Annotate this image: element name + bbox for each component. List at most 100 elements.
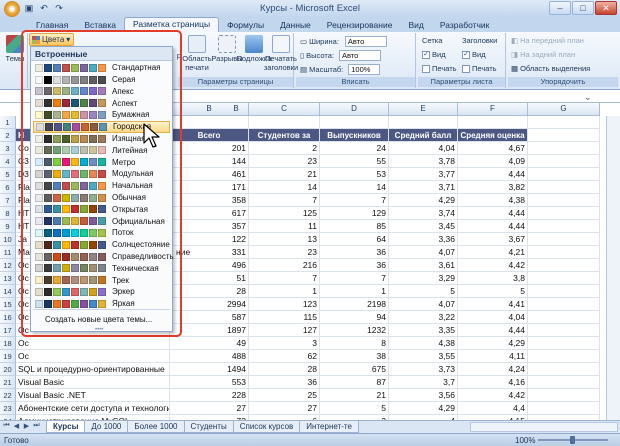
table-cell[interactable]: 4,44 <box>458 324 528 337</box>
ribbon-tab[interactable]: Вид <box>400 19 431 32</box>
sheet-tab[interactable]: Список курсов <box>232 421 301 433</box>
send-back-button[interactable]: ◨ На задний план <box>511 50 575 59</box>
table-cell[interactable]: 5 <box>320 402 389 415</box>
table-cell[interactable] <box>528 298 600 311</box>
table-cell[interactable]: 8 <box>320 337 389 350</box>
table-cell[interactable]: 62 <box>249 350 320 363</box>
row-header[interactable]: 13 <box>0 272 16 285</box>
color-scheme-item[interactable]: Эркер <box>33 286 170 298</box>
column-header-partial[interactable]: B <box>224 103 249 116</box>
table-cell[interactable]: 3,29 <box>389 272 458 285</box>
table-cell[interactable] <box>458 116 528 129</box>
table-cell[interactable] <box>528 155 600 168</box>
table-cell[interactable]: 3,82 <box>458 181 528 194</box>
row-header[interactable]: 2 <box>0 129 16 142</box>
row-header[interactable]: 3 <box>0 142 16 155</box>
color-scheme-item[interactable]: Трек <box>33 274 170 286</box>
table-cell[interactable]: 4,29 <box>458 337 528 350</box>
color-scheme-item[interactable]: Стандартная <box>33 62 170 74</box>
table-cell[interactable]: 123 <box>249 298 320 311</box>
row-header[interactable]: 11 <box>0 246 16 259</box>
table-cell[interactable]: 4,38 <box>389 337 458 350</box>
ribbon-tab[interactable]: Рецензирование <box>319 19 401 32</box>
table-cell[interactable]: 21 <box>249 168 320 181</box>
table-cell[interactable]: Абонентские сети доступа и технологии <box>16 402 170 415</box>
table-cell[interactable] <box>528 376 600 389</box>
table-cell[interactable]: 5 <box>458 285 528 298</box>
table-cell[interactable]: 3,77 <box>389 168 458 181</box>
row-header[interactable]: 10 <box>0 233 16 246</box>
table-cell[interactable]: 3,74 <box>389 207 458 220</box>
table-cell[interactable]: Средний балл <box>389 129 458 142</box>
table-cell[interactable]: 127 <box>249 324 320 337</box>
table-cell[interactable]: 3,7 <box>389 376 458 389</box>
table-cell[interactable]: 3,73 <box>389 363 458 376</box>
table-cell[interactable]: 4,24 <box>458 363 528 376</box>
table-cell[interactable]: 38 <box>320 350 389 363</box>
table-cell[interactable]: 23 <box>249 246 320 259</box>
table-cell[interactable]: 4,04 <box>458 311 528 324</box>
row-header[interactable]: 15 <box>0 298 16 311</box>
sheet-tab[interactable]: Интернет-те <box>299 421 359 433</box>
table-cell[interactable] <box>528 337 600 350</box>
table-cell[interactable]: 25 <box>249 389 320 402</box>
table-cell[interactable]: 3,36 <box>389 233 458 246</box>
column-header[interactable]: C <box>249 103 320 116</box>
table-cell[interactable] <box>528 285 600 298</box>
table-cell[interactable]: 2198 <box>320 298 389 311</box>
colors-button[interactable]: Цвета ▾ <box>29 33 74 46</box>
color-scheme-item[interactable]: Справедливость <box>33 251 174 263</box>
table-cell[interactable]: 4,44 <box>458 168 528 181</box>
color-scheme-item[interactable]: Апекс <box>33 86 170 98</box>
table-cell[interactable]: 4,16 <box>458 376 528 389</box>
color-scheme-item[interactable]: Яркая <box>33 298 170 310</box>
table-cell[interactable]: 675 <box>320 363 389 376</box>
expand-formula-icon[interactable]: ⌄ <box>584 92 592 103</box>
table-cell[interactable]: 94 <box>320 311 389 324</box>
row-header[interactable]: 20 <box>0 363 16 376</box>
table-cell[interactable]: 3,67 <box>458 233 528 246</box>
table-cell[interactable] <box>528 129 600 142</box>
table-cell[interactable]: 3,61 <box>389 259 458 272</box>
table-cell[interactable] <box>528 272 600 285</box>
table-cell[interactable] <box>528 324 600 337</box>
column-header[interactable]: E <box>389 103 458 116</box>
color-scheme-item[interactable]: Аспект <box>33 97 170 109</box>
row-header[interactable]: 1 <box>0 116 16 129</box>
table-cell[interactable]: 216 <box>249 259 320 272</box>
table-cell[interactable]: 1 <box>320 285 389 298</box>
table-cell[interactable]: 7 <box>249 272 320 285</box>
selection-pane-button[interactable]: ▦ Область выделения <box>511 64 590 73</box>
color-scheme-item[interactable]: Техническая <box>33 263 170 275</box>
table-cell[interactable]: 13 <box>249 233 320 246</box>
table-cell[interactable] <box>528 259 600 272</box>
vertical-scrollbar[interactable] <box>606 116 620 420</box>
row-header[interactable]: 6 <box>0 181 16 194</box>
height-combo[interactable]: Авто <box>338 50 381 61</box>
row-header[interactable]: 18 <box>0 337 16 350</box>
row-header[interactable]: 8 <box>0 207 16 220</box>
table-cell[interactable]: 4,44 <box>458 207 528 220</box>
table-cell[interactable]: 3,56 <box>389 389 458 402</box>
width-combo[interactable]: Авто <box>344 36 387 47</box>
maximize-button[interactable]: □ <box>572 1 594 15</box>
table-cell[interactable]: 4,04 <box>389 142 458 155</box>
row-header[interactable]: 23 <box>0 402 16 415</box>
table-cell[interactable]: 28 <box>249 363 320 376</box>
table-cell[interactable]: 3,35 <box>389 324 458 337</box>
table-cell[interactable]: 3,71 <box>389 181 458 194</box>
color-scheme-item[interactable]: Начальная <box>33 180 170 192</box>
table-cell[interactable]: Ос <box>16 350 170 363</box>
table-cell[interactable] <box>249 116 320 129</box>
color-scheme-item[interactable]: Поток <box>33 227 170 239</box>
table-cell[interactable]: 85 <box>320 220 389 233</box>
table-cell[interactable] <box>320 116 389 129</box>
table-cell[interactable]: 4,29 <box>389 194 458 207</box>
table-cell[interactable]: Студентов за <box>249 129 320 142</box>
last-sheet-icon[interactable]: ⏭ <box>32 422 41 430</box>
table-cell[interactable]: 36 <box>249 376 320 389</box>
create-theme-colors-item[interactable]: Создать новые цвета темы... <box>45 315 152 324</box>
table-cell[interactable] <box>528 311 600 324</box>
table-cell[interactable] <box>528 181 600 194</box>
table-cell[interactable] <box>528 402 600 415</box>
